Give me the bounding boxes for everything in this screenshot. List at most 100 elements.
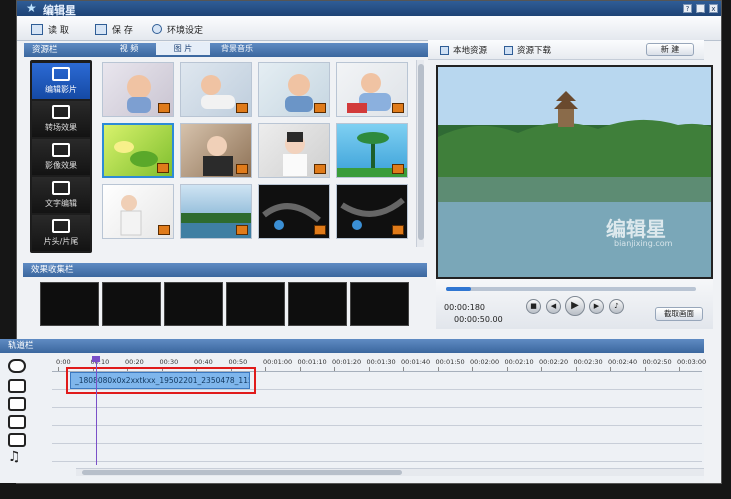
text-track-row[interactable] <box>52 427 702 444</box>
track-panel-title: 轨道栏 <box>8 341 34 351</box>
image-badge-icon <box>392 103 404 113</box>
text-track-icon <box>8 433 26 447</box>
image-thumbnail[interactable] <box>102 62 174 117</box>
effect-slot[interactable] <box>350 282 409 326</box>
text-icon <box>52 181 70 195</box>
effect-slot[interactable] <box>40 282 99 326</box>
local-icon <box>440 45 449 55</box>
image-badge-icon <box>314 225 326 235</box>
sidebar-item-label: 编辑影片 <box>45 85 77 94</box>
watermark-logo: 编辑星 <box>606 217 666 241</box>
ruler-tick-label: 00:02:50 <box>642 358 672 366</box>
screenshot-button[interactable]: 截取画面 <box>655 307 703 321</box>
ruler-tick <box>541 367 542 371</box>
folder-icon <box>31 23 43 35</box>
read-button[interactable]: 读 取 <box>31 22 69 36</box>
previous-button[interactable]: ◀ <box>546 299 561 314</box>
image-thumbnail[interactable] <box>258 184 330 239</box>
settings-button[interactable]: 环境设定 <box>152 22 203 36</box>
effect-track-icon <box>8 415 26 429</box>
image-thumbnail-grid <box>100 60 416 245</box>
effects-collection <box>40 282 426 328</box>
volume-button[interactable]: ♪ <box>609 299 624 314</box>
read-label: 读 取 <box>48 25 69 36</box>
ruler-tick <box>368 367 370 371</box>
ruler-tick <box>334 367 335 371</box>
image-thumbnail[interactable] <box>258 123 330 178</box>
image-thumbnail[interactable] <box>180 62 252 117</box>
ruler-tick-label: 00:02:00 <box>470 358 500 366</box>
resource-panel-title: 资源栏 <box>32 45 58 55</box>
ruler-tick-label: 00:02:10 <box>504 358 534 366</box>
timeline-scrollbar-thumb[interactable] <box>82 470 402 475</box>
ruler-tick-label: 00:02:30 <box>573 358 603 366</box>
image-badge-icon <box>158 225 170 235</box>
image-thumbnail[interactable] <box>180 184 252 239</box>
save-button[interactable]: 保 存 <box>95 22 133 36</box>
image-thumbnail[interactable] <box>336 123 408 178</box>
scrollbar-thumb[interactable] <box>418 64 424 240</box>
floppy-icon <box>95 23 107 35</box>
ruler-tick <box>437 367 439 371</box>
ruler-tick-label: 00:01:30 <box>366 358 396 366</box>
resource-download-button[interactable]: 资源下载 <box>504 44 551 56</box>
progress-fill <box>446 287 471 291</box>
music-track-row[interactable] <box>52 445 702 462</box>
next-button[interactable]: ▶ <box>589 299 604 314</box>
tab-video[interactable]: 视 频 <box>102 42 156 55</box>
timeline-scrollbar[interactable] <box>76 468 704 476</box>
resource-tabs: 视 频 图 片 背景音乐 <box>102 42 264 55</box>
sidebar-item-image-effects[interactable]: 影像效果 <box>32 139 90 175</box>
ruler-tick-label: 00:50 <box>228 358 248 366</box>
play-button[interactable]: ▶ <box>565 296 585 316</box>
local-resources-button[interactable]: 本地资源 <box>440 44 487 56</box>
transition-icon <box>52 105 70 119</box>
tab-background-music[interactable]: 背景音乐 <box>210 42 264 55</box>
image-thumbnail-selected[interactable] <box>102 123 174 178</box>
help-button[interactable]: ? <box>683 4 692 13</box>
image-badge-icon <box>314 103 326 113</box>
image-thumbnail[interactable] <box>336 184 408 239</box>
progress-bar[interactable] <box>446 287 696 291</box>
effects-panel-header: 效果收集栏 <box>23 263 427 277</box>
track-panel: 轨道栏 0:00 00:10 00:20 00:30 00:40 00:50 00:01:0… <box>0 339 706 483</box>
function-sidebar: 编辑影片 转场效果 影像效果 文字编辑 片头/片尾 <box>30 60 92 253</box>
image-thumbnail[interactable] <box>180 123 252 178</box>
image-thumbnail[interactable] <box>336 62 408 117</box>
ruler-tick-label: 00:01:40 <box>401 358 431 366</box>
playhead[interactable] <box>96 359 97 465</box>
ruler-tick-label: 00:02:40 <box>608 358 638 366</box>
sidebar-item-edit-video[interactable]: 编辑影片 <box>32 63 90 99</box>
effect-slot[interactable] <box>102 282 161 326</box>
effects-panel-title: 效果收集栏 <box>31 265 74 275</box>
sidebar-item-intro-outro[interactable]: 片头/片尾 <box>32 215 90 251</box>
download-icon <box>504 45 513 55</box>
effect-slot[interactable] <box>288 282 347 326</box>
ruler-tick <box>679 367 680 371</box>
image-thumbnail[interactable] <box>258 62 330 117</box>
sidebar-item-transitions[interactable]: 转场效果 <box>32 101 90 137</box>
new-button[interactable]: 新 建 <box>646 43 694 56</box>
effect-slot[interactable] <box>164 282 223 326</box>
sidebar-item-text-edit[interactable]: 文字编辑 <box>32 177 90 213</box>
local-resources-label: 本地资源 <box>453 46 488 56</box>
minimize-button[interactable]: _ <box>696 4 705 13</box>
image-badge-icon <box>157 163 169 173</box>
tab-images[interactable]: 图 片 <box>156 42 210 55</box>
highlight-box <box>66 367 256 394</box>
image-badge-icon <box>236 225 248 235</box>
save-label: 保 存 <box>112 25 133 36</box>
resource-download-label: 资源下载 <box>517 46 552 56</box>
thumbnail-scrollbar[interactable] <box>416 60 424 247</box>
stop-button[interactable]: ■ <box>526 299 541 314</box>
time-total: 00:00:50.00 <box>454 315 503 324</box>
image-badge-icon <box>236 164 248 174</box>
close-button[interactable]: x <box>709 4 718 13</box>
image-badge-icon <box>236 103 248 113</box>
effect-slot[interactable] <box>226 282 285 326</box>
image-thumbnail[interactable] <box>102 184 174 239</box>
ruler-tick-label: 00:20 <box>125 358 144 366</box>
effect-track-row[interactable] <box>52 409 702 426</box>
ruler-tick-label: 00:30 <box>159 358 179 366</box>
player-controls: 00:00:180 00:00:50.00 ■ ◀ ▶ ▶ ♪ 截取画面 <box>436 279 713 329</box>
